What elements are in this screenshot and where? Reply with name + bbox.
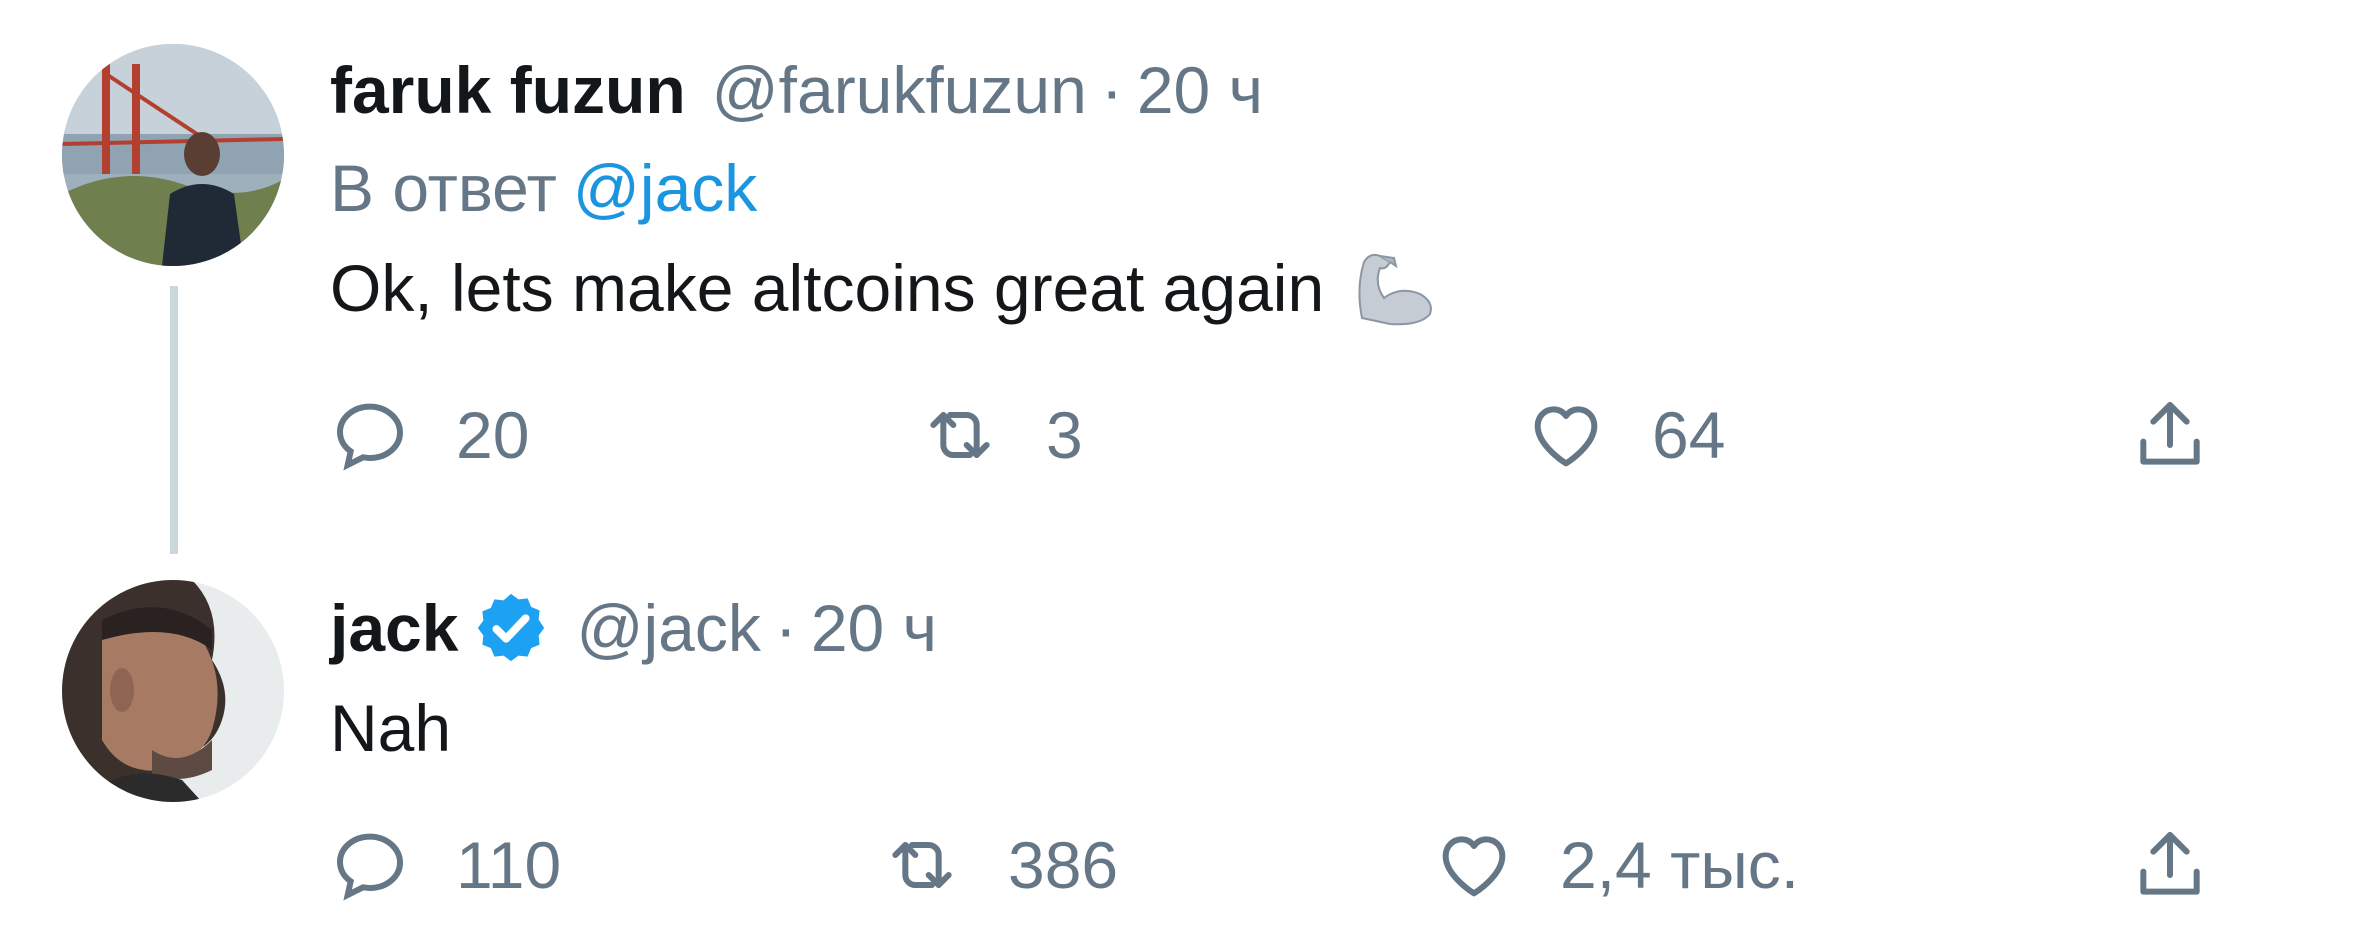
reply-button[interactable]: 20: [330, 390, 529, 480]
verified-badge-icon: [472, 589, 550, 667]
tweet-text-content: Ok, lets make altcoins great again: [330, 251, 1325, 325]
tweet-text: Ok, lets make altcoins great again: [330, 248, 1438, 328]
avatar-faruk[interactable]: [62, 44, 284, 266]
reply-icon: [336, 403, 404, 471]
retweet-button[interactable]: 3: [920, 390, 1083, 480]
share-icon: [2140, 402, 2200, 465]
like-count: 64: [1652, 398, 1726, 472]
retweet-count: 3: [1046, 398, 1083, 472]
timestamp[interactable]: 20 ч: [1137, 50, 1263, 130]
like-button[interactable]: 64: [1526, 390, 1725, 480]
reply-icon: [336, 833, 404, 901]
tweet-actions: 110 386 2,4 тыс.: [330, 820, 2270, 910]
separator-dot: ·: [1100, 53, 1123, 127]
tweet-text: Nah: [330, 688, 451, 768]
reply-mention-link[interactable]: @jack: [573, 151, 757, 225]
user-handle[interactable]: @farukfuzun: [712, 50, 1087, 130]
display-name[interactable]: jack: [330, 588, 458, 668]
reply-button[interactable]: 110: [330, 820, 561, 910]
share-icon: [2140, 832, 2200, 895]
retweet-button[interactable]: 386: [882, 820, 1118, 910]
reply-prefix: В ответ: [330, 151, 557, 225]
like-button[interactable]: 2,4 тыс.: [1434, 820, 1799, 910]
tweet-actions: 20 3 64: [330, 390, 2270, 480]
reply-context: В ответ @jack: [330, 148, 757, 228]
timestamp[interactable]: 20 ч: [811, 588, 937, 668]
user-handle[interactable]: @jack: [576, 588, 760, 668]
share-button[interactable]: [2130, 820, 2210, 910]
avatar-jack[interactable]: [62, 580, 284, 802]
tweet-header: jack @jack · 20 ч: [330, 588, 937, 668]
flexed-biceps-icon: [1350, 248, 1438, 328]
display-name[interactable]: faruk fuzun: [330, 50, 686, 130]
tweet-text-content: Nah: [330, 691, 452, 765]
separator-dot: ·: [774, 591, 797, 665]
reply-count: 110: [456, 828, 562, 902]
retweet-icon: [930, 412, 990, 458]
like-count: 2,4 тыс.: [1560, 828, 1800, 902]
thread-line: [170, 286, 178, 554]
heart-icon: [1442, 836, 1506, 897]
share-button[interactable]: [2130, 390, 2210, 480]
tweet-header: faruk fuzun @farukfuzun · 20 ч: [330, 50, 1263, 130]
retweet-icon: [892, 842, 952, 888]
reply-count: 20: [456, 398, 530, 472]
retweet-count: 386: [1008, 828, 1119, 902]
heart-icon: [1534, 406, 1598, 467]
